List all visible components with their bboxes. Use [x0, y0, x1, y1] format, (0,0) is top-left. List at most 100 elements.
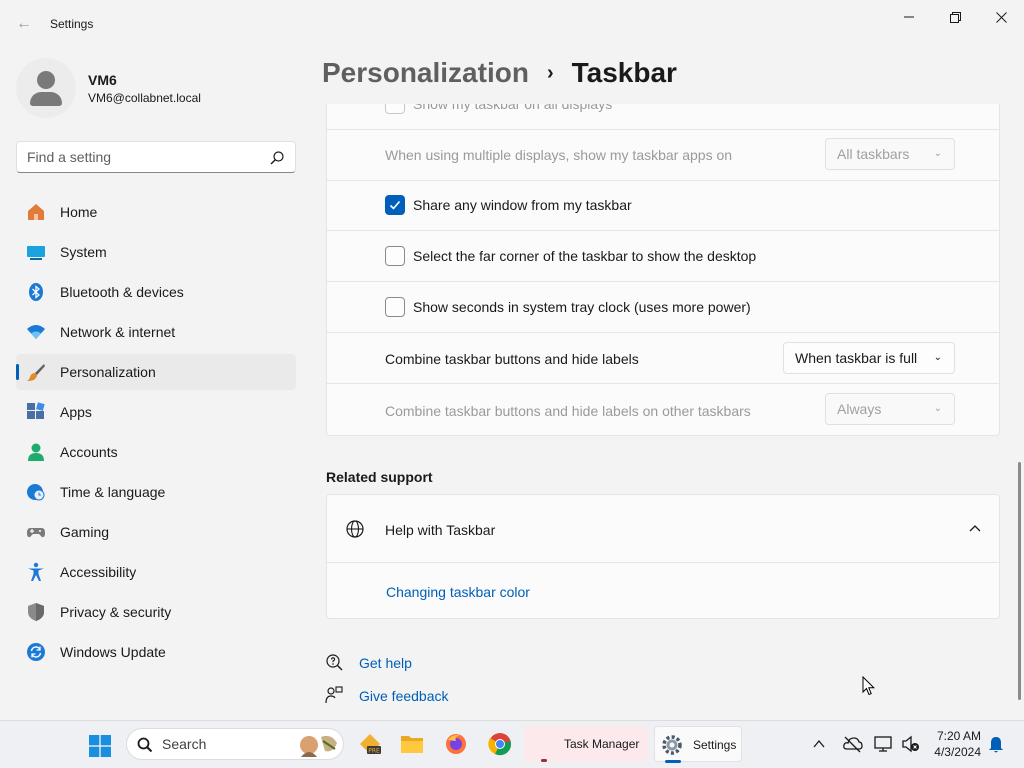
accessibility-icon — [26, 562, 46, 582]
taskbar-app-file-explorer[interactable] — [396, 726, 428, 762]
taskbar-search-box[interactable]: Search — [126, 728, 344, 760]
sidebar-item-apps[interactable]: Apps — [16, 394, 296, 430]
sidebar-item-network[interactable]: Network & internet — [16, 314, 296, 350]
back-arrow-icon[interactable]: ← — [14, 12, 34, 36]
sidebar-item-bluetooth[interactable]: Bluetooth & devices — [16, 274, 296, 310]
pre-app-icon: PRE — [360, 734, 381, 755]
chevron-down-icon: ⌄ — [933, 148, 942, 159]
sidebar-item-label: System — [60, 244, 107, 260]
multiple-displays-value: All taskbars — [837, 146, 910, 162]
sidebar-item-privacy[interactable]: Privacy & security — [16, 594, 296, 630]
search-input[interactable] — [17, 142, 267, 172]
window-title: Settings — [50, 17, 94, 31]
sidebar-item-system[interactable]: System — [16, 234, 296, 270]
sidebar-item-label: Accessibility — [60, 564, 137, 580]
get-help-icon — [326, 654, 343, 671]
start-button[interactable] — [84, 727, 118, 763]
shield-icon — [26, 602, 46, 622]
clock-globe-icon — [26, 482, 46, 502]
update-icon — [26, 642, 46, 662]
setting-row-share-window: Share any window from my taskbar — [326, 180, 1000, 231]
get-help-link[interactable]: Get help — [359, 655, 412, 671]
changing-taskbar-color-link[interactable]: Changing taskbar color — [386, 584, 530, 600]
combine-other-dropdown[interactable]: Always ⌄ — [825, 393, 955, 425]
user-name: VM6 — [88, 72, 117, 88]
settings-list: Show my taskbar on all displays When usi… — [326, 104, 1000, 436]
scrollbar-thumb[interactable] — [1018, 462, 1021, 700]
home-icon — [26, 202, 46, 222]
setting-row-all-displays: Show my taskbar on all displays — [326, 104, 1000, 130]
all-displays-checkbox[interactable] — [385, 104, 405, 114]
related-support-heading: Related support — [326, 469, 433, 485]
help-expander-header[interactable]: Help with Taskbar — [327, 495, 999, 563]
settings-search[interactable] — [16, 141, 296, 173]
sidebar-item-windows-update[interactable]: Windows Update — [16, 634, 296, 670]
setting-row-combine-other: Combine taskbar buttons and hide labels … — [326, 384, 1000, 436]
taskbar-app-pre[interactable]: PRE — [354, 726, 386, 762]
combine-other-label: Combine taskbar buttons and hide labels … — [385, 403, 751, 419]
setting-row-multiple-displays: When using multiple displays, show my ta… — [326, 130, 1000, 181]
wifi-icon — [26, 322, 46, 342]
volume-muted-icon[interactable] — [901, 735, 921, 753]
brush-icon — [26, 362, 46, 382]
onedrive-offline-icon[interactable] — [843, 735, 863, 753]
sidebar-item-time-language[interactable]: Time & language — [16, 474, 296, 510]
sidebar-item-label: Home — [60, 204, 98, 220]
page-title: Taskbar — [571, 57, 677, 88]
bluetooth-icon — [26, 282, 46, 302]
breadcrumb-parent[interactable]: Personalization — [322, 57, 529, 89]
combine-buttons-dropdown[interactable]: When taskbar is full ⌄ — [783, 342, 955, 374]
help-expander-label: Help with Taskbar — [385, 522, 496, 538]
minimize-button[interactable] — [886, 0, 932, 32]
sidebar-item-gaming[interactable]: Gaming — [16, 514, 296, 550]
mouse-cursor-icon — [862, 676, 876, 696]
sidebar-item-label: Apps — [60, 404, 92, 420]
close-button[interactable] — [978, 0, 1024, 32]
give-feedback-link[interactable]: Give feedback — [359, 688, 449, 704]
chevron-down-icon: ⌄ — [933, 352, 942, 363]
sidebar-item-label: Bluetooth & devices — [60, 284, 184, 300]
network-display-icon[interactable] — [874, 735, 894, 753]
search-icon[interactable] — [269, 150, 285, 166]
task-manager-icon — [532, 734, 552, 754]
sidebar-item-label: Gaming — [60, 524, 110, 540]
taskbar-app-task-manager[interactable]: Task Manager — [524, 726, 648, 762]
sidebar-item-personalization[interactable]: Personalization — [16, 354, 296, 390]
multiple-displays-label: When using multiple displays, show my ta… — [385, 147, 733, 163]
feedback-icon — [325, 686, 343, 704]
sidebar-item-label: Time & language — [60, 484, 166, 500]
multiple-displays-dropdown[interactable]: All taskbars ⌄ — [825, 138, 955, 170]
sidebar-item-home[interactable]: Home — [16, 194, 296, 230]
sidebar-item-label: Network & internet — [60, 324, 176, 340]
taskbar-app-settings[interactable]: Settings — [654, 726, 742, 763]
breadcrumb: Personalization › Taskbar — [322, 57, 677, 89]
combine-buttons-label: Combine taskbar buttons and hide labels — [385, 351, 639, 367]
share-window-label: Share any window from my taskbar — [413, 197, 632, 213]
help-expander: Help with Taskbar Changing taskbar color — [326, 494, 1000, 619]
restore-button[interactable] — [932, 0, 978, 32]
sidebar-item-label: Accounts — [60, 444, 118, 460]
taskbar-search-label: Search — [162, 736, 207, 752]
chevron-up-icon[interactable] — [812, 737, 826, 751]
task-manager-label: Task Manager — [564, 737, 640, 751]
sidebar-item-label: Privacy & security — [60, 604, 172, 620]
taskbar-app-firefox[interactable] — [440, 726, 472, 762]
chevron-down-icon: ⌄ — [933, 403, 942, 414]
taskbar-app-chrome[interactable] — [484, 726, 516, 762]
show-seconds-checkbox[interactable] — [385, 297, 405, 317]
chevron-up-icon[interactable] — [969, 524, 981, 532]
checkmark-icon — [389, 200, 401, 210]
far-corner-checkbox[interactable] — [385, 246, 405, 266]
notification-bell-icon[interactable] — [988, 736, 1004, 754]
show-seconds-label: Show seconds in system tray clock (uses … — [413, 299, 751, 315]
sidebar-item-accounts[interactable]: Accounts — [16, 434, 296, 470]
clock[interactable]: 7:20 AM 4/3/2024 — [928, 729, 984, 761]
share-window-checkbox[interactable] — [385, 195, 405, 215]
setting-row-far-corner: Select the far corner of the taskbar to … — [326, 231, 1000, 282]
globe-help-icon — [346, 520, 364, 538]
far-corner-label: Select the far corner of the taskbar to … — [413, 248, 757, 264]
gamepad-icon — [26, 522, 46, 542]
sidebar-item-accessibility[interactable]: Accessibility — [16, 554, 296, 590]
clock-date: 4/3/2024 — [934, 745, 981, 759]
chrome-icon — [488, 733, 511, 756]
